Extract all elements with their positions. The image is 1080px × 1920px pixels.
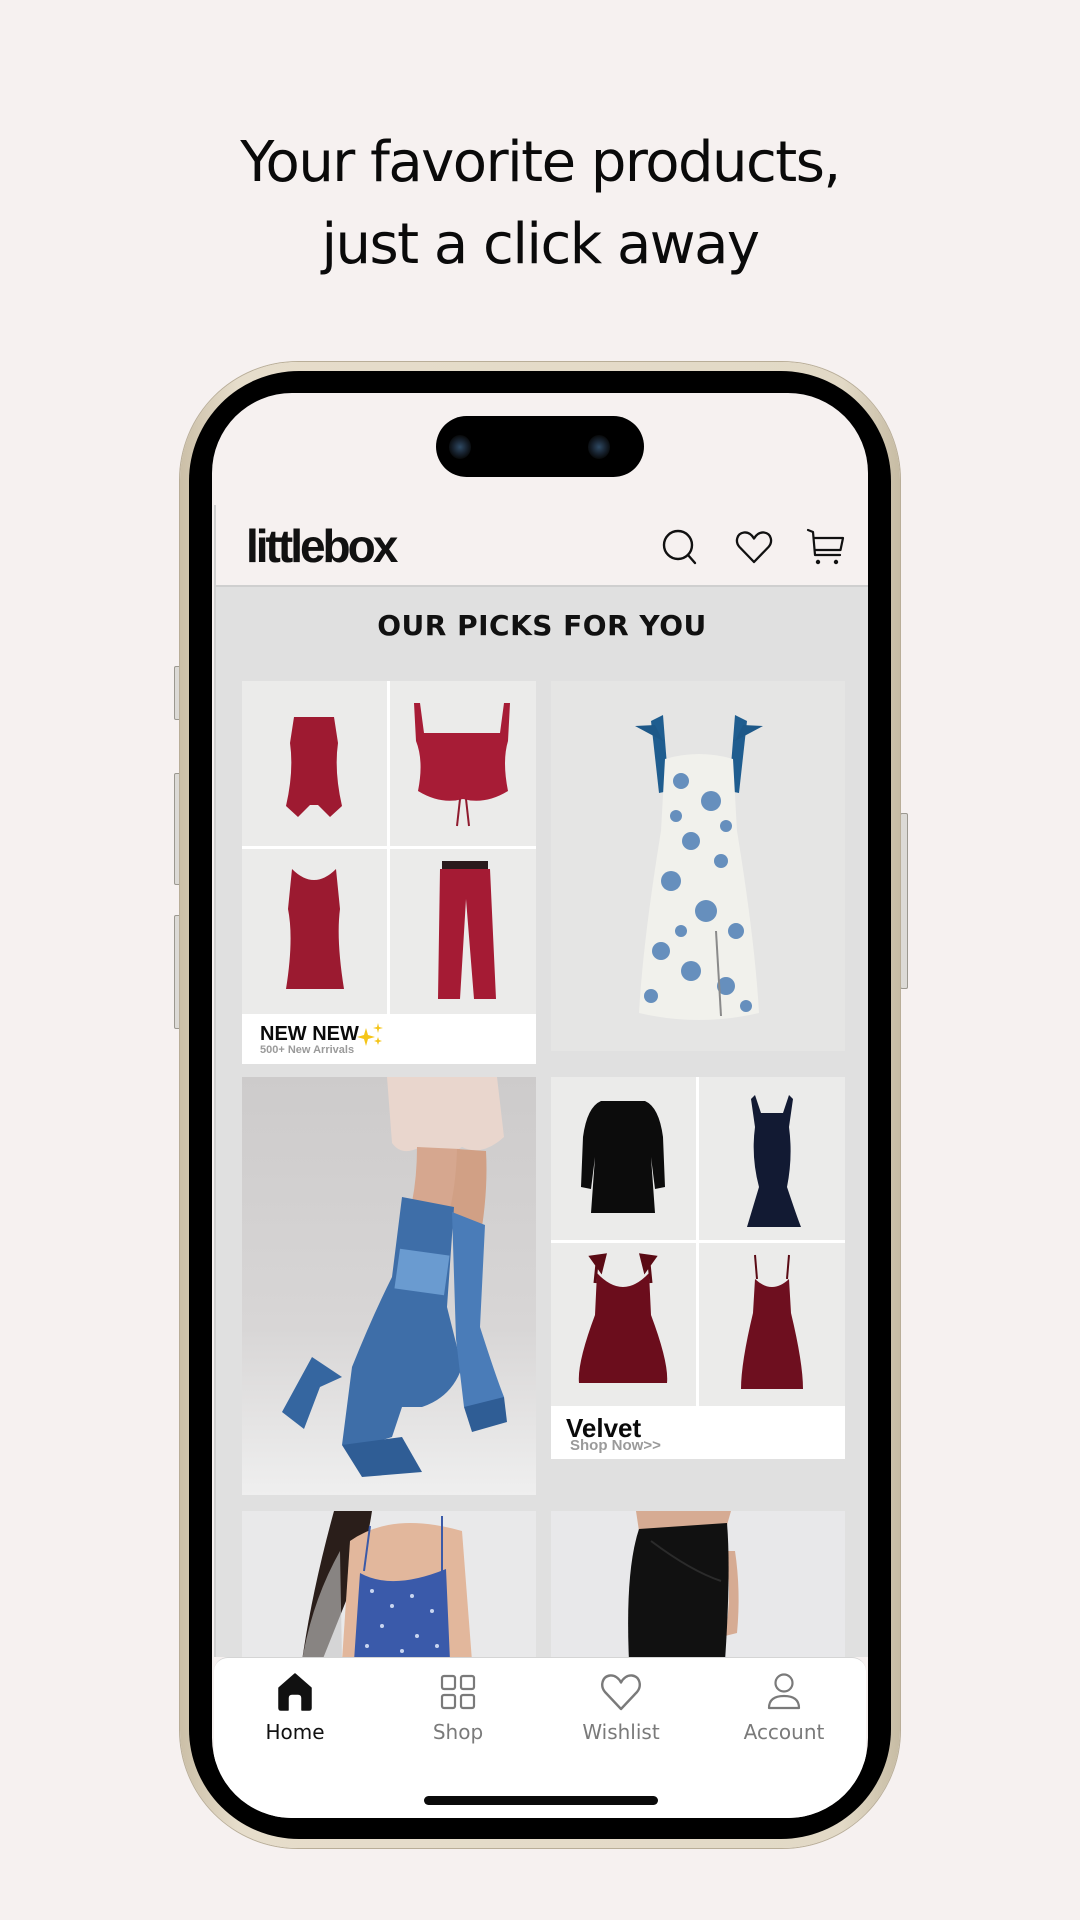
nav-item-home[interactable]: Home	[220, 1670, 370, 1760]
nav-label-account: Account	[743, 1720, 825, 1744]
black-velvet-dress-image	[581, 1101, 665, 1213]
burgundy-bow-dress-image	[578, 1253, 668, 1383]
nav-label-home: Home	[265, 1720, 325, 1744]
search-icon[interactable]	[660, 527, 700, 567]
promo-headline: Your favorite products, just a click awa…	[0, 122, 1080, 286]
burgundy-slip-dress-image	[741, 1254, 803, 1389]
phone-power-button	[900, 813, 908, 989]
product-tile-blue-cami-dress[interactable]	[242, 1511, 536, 1661]
caption-subtitle: Shop Now>>	[570, 1437, 661, 1454]
product-tile-black-skirt[interactable]	[551, 1511, 845, 1661]
heart-icon	[601, 1674, 641, 1711]
tile-caption: NEW NEW 500+ New Arrivals	[242, 1016, 536, 1064]
nav-label-shop: Shop	[432, 1720, 484, 1744]
collection-tile-new-arrivals[interactable]: NEW NEW 500+ New Arrivals	[242, 681, 536, 1064]
product-tile-floral-dress[interactable]	[551, 681, 845, 1051]
collection-tile-velvet[interactable]: Velvet Shop Now>>	[551, 1077, 845, 1459]
headline-line-1: Your favorite products,	[240, 130, 841, 195]
product-thumb-navy-velvet-gown[interactable]	[699, 1077, 845, 1240]
bottom-nav: Home Shop Wishlist Account	[214, 1657, 866, 1818]
red-trousers-image	[438, 861, 496, 999]
navy-velvet-gown-image	[747, 1095, 801, 1227]
nav-item-wishlist[interactable]: Wishlist	[546, 1670, 696, 1760]
phone-screen: littlebox OUR PICKS FOR YOU NEW NEW 500+…	[212, 393, 868, 1818]
red-mini-dress-image	[286, 869, 344, 989]
caption-subtitle: 500+ New Arrivals	[260, 1044, 355, 1056]
product-thumb-red-vest[interactable]	[242, 681, 387, 846]
tile-caption: Velvet Shop Now>>	[551, 1409, 845, 1459]
product-thumb-red-mini-dress[interactable]	[242, 849, 387, 1014]
product-thumb-red-corset[interactable]	[390, 681, 536, 846]
product-thumb-black-velvet-dress[interactable]	[551, 1077, 696, 1240]
picks-section: OUR PICKS FOR YOU NEW NEW 500+ New Arriv…	[214, 587, 868, 1661]
headline-line-2: just a click away	[321, 212, 760, 277]
red-vest-image	[286, 717, 342, 817]
denim-boots-image	[282, 1077, 507, 1477]
nav-item-shop[interactable]: Shop	[383, 1670, 533, 1760]
blue-cami-dress-image	[302, 1511, 472, 1661]
heart-icon[interactable]	[734, 527, 774, 567]
app-header: littlebox	[214, 505, 868, 587]
product-tile-denim-boots[interactable]	[242, 1077, 536, 1495]
grid-icon	[440, 1674, 476, 1710]
brand-logo[interactable]: littlebox	[246, 519, 398, 573]
user-icon	[767, 1673, 801, 1710]
product-thumb-red-trousers[interactable]	[390, 849, 536, 1014]
cart-icon[interactable]	[806, 527, 846, 567]
floral-dress-image	[635, 715, 763, 1020]
section-title: OUR PICKS FOR YOU	[377, 609, 707, 642]
home-icon	[278, 1673, 312, 1711]
product-thumb-burgundy-bow-dress[interactable]	[551, 1243, 696, 1406]
nav-label-wishlist: Wishlist	[582, 1720, 660, 1744]
caption-title: NEW NEW	[260, 1023, 359, 1045]
sparkles-icon	[357, 1023, 383, 1046]
product-thumb-burgundy-slip-dress[interactable]	[699, 1243, 845, 1406]
camera-lens-icon	[449, 435, 471, 459]
red-corset-image	[414, 703, 510, 827]
camera-sensor-icon	[588, 435, 610, 459]
dynamic-island	[436, 416, 644, 477]
home-indicator[interactable]	[424, 1796, 658, 1805]
nav-item-account[interactable]: Account	[709, 1670, 859, 1760]
black-skirt-image	[628, 1511, 739, 1661]
